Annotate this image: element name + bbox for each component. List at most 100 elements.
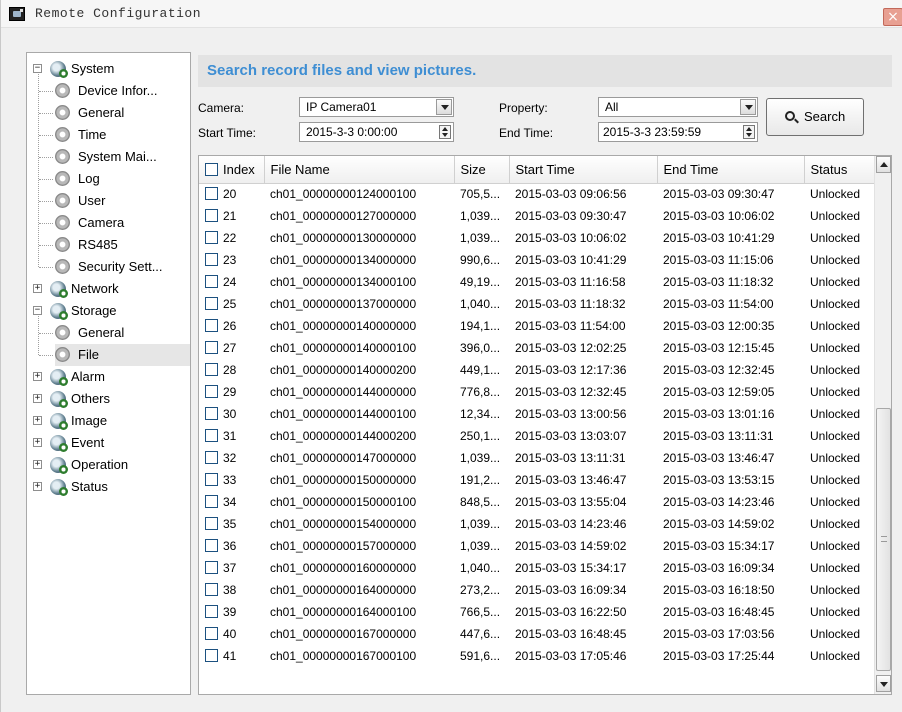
spinner-icon[interactable]: [743, 125, 755, 139]
row-checkbox[interactable]: [205, 605, 218, 618]
row-checkbox[interactable]: [205, 451, 218, 464]
spinner-icon[interactable]: [439, 125, 451, 139]
row-checkbox[interactable]: [205, 429, 218, 442]
expand-icon[interactable]: +: [33, 284, 42, 293]
cell-index[interactable]: 37: [199, 557, 264, 579]
row-checkbox[interactable]: [205, 407, 218, 420]
table-row[interactable]: 25 ch01_00000000137000000 1,040... 2015-03-…: [199, 293, 875, 315]
row-checkbox[interactable]: [205, 187, 218, 201]
cell-index[interactable]: 29: [199, 381, 264, 403]
row-checkbox[interactable]: [205, 275, 218, 288]
search-button[interactable]: Search: [766, 98, 864, 136]
row-checkbox[interactable]: [205, 539, 218, 552]
tree-item-system-child[interactable]: Device Infor...: [39, 80, 187, 102]
vertical-scrollbar[interactable]: [874, 156, 891, 694]
expand-icon[interactable]: +: [33, 460, 42, 469]
row-checkbox[interactable]: [205, 649, 218, 662]
table-row[interactable]: 38 ch01_00000000164000000 273,2... 2015-03-…: [199, 579, 875, 601]
close-button[interactable]: ×: [883, 8, 902, 26]
cell-index[interactable]: 41: [199, 645, 264, 667]
tree-item-system-child[interactable]: RS485: [39, 234, 187, 256]
cell-index[interactable]: 34: [199, 491, 264, 513]
cell-index[interactable]: 31: [199, 425, 264, 447]
tree-item-system-child[interactable]: Time: [39, 124, 187, 146]
scroll-up-icon[interactable]: [876, 156, 891, 173]
table-row[interactable]: 29 ch01_00000000144000000 776,8... 2015-03-…: [199, 381, 875, 403]
table-row[interactable]: 22 ch01_00000000130000000 1,039... 2015-03-…: [199, 227, 875, 249]
row-checkbox[interactable]: [205, 561, 218, 574]
row-checkbox[interactable]: [205, 297, 218, 310]
row-checkbox[interactable]: [205, 363, 218, 376]
scroll-down-icon[interactable]: [876, 675, 891, 692]
table-row[interactable]: 26 ch01_00000000140000000 194,1... 2015-03-…: [199, 315, 875, 337]
table-row[interactable]: 23 ch01_00000000134000000 990,6... 2015-03-…: [199, 249, 875, 271]
cell-index[interactable]: 24: [199, 271, 264, 293]
tree-node-storage[interactable]: − Storage: [33, 300, 183, 322]
row-checkbox[interactable]: [205, 341, 218, 354]
table-row[interactable]: 31 ch01_00000000144000200 250,1... 2015-03-…: [199, 425, 875, 447]
cell-index[interactable]: 36: [199, 535, 264, 557]
table-row[interactable]: 27 ch01_00000000140000100 396,0... 2015-03-…: [199, 337, 875, 359]
tree-item-system-child[interactable]: General: [39, 102, 187, 124]
row-checkbox[interactable]: [205, 473, 218, 486]
row-checkbox[interactable]: [205, 583, 218, 596]
collapse-icon[interactable]: −: [33, 306, 42, 315]
column-header-file-name[interactable]: File Name: [264, 156, 455, 184]
cell-index[interactable]: 22: [199, 227, 264, 249]
expand-icon[interactable]: +: [33, 394, 42, 403]
tree-node-alarm[interactable]: + Alarm: [33, 366, 183, 388]
cell-index[interactable]: 23: [199, 249, 264, 271]
tree-node-status[interactable]: + Status: [33, 476, 183, 498]
tree-node-others[interactable]: + Others: [33, 388, 183, 410]
expand-icon[interactable]: +: [33, 482, 42, 491]
row-checkbox[interactable]: [205, 517, 218, 530]
tree-item-storage-child[interactable]: File: [39, 344, 190, 366]
tree-item-system-child[interactable]: Log: [39, 168, 187, 190]
scrollbar-thumb[interactable]: [876, 408, 891, 671]
expand-icon[interactable]: +: [33, 416, 42, 425]
table-row[interactable]: 24 ch01_00000000134000100 49,19... 2015-03-…: [199, 271, 875, 293]
tree-item-storage-child[interactable]: General: [39, 322, 187, 344]
expand-icon[interactable]: +: [33, 372, 42, 381]
row-checkbox[interactable]: [205, 253, 218, 266]
column-header-end-time[interactable]: End Time: [657, 156, 805, 184]
cell-index[interactable]: 28: [199, 359, 264, 381]
row-checkbox[interactable]: [205, 319, 218, 332]
chevron-down-icon[interactable]: [740, 99, 756, 115]
table-row[interactable]: 34 ch01_00000000150000100 848,5... 2015-03-…: [199, 491, 875, 513]
table-row[interactable]: 20 ch01_00000000124000100 705,5... 2015-03-…: [199, 183, 875, 205]
row-checkbox[interactable]: [205, 385, 218, 398]
tree-item-system-child[interactable]: Camera: [39, 212, 187, 234]
table-row[interactable]: 33 ch01_00000000150000000 191,2... 2015-03-…: [199, 469, 875, 491]
table-row[interactable]: 39 ch01_00000000164000100 766,5... 2015-03-…: [199, 601, 875, 623]
tree-node-image[interactable]: + Image: [33, 410, 183, 432]
row-checkbox[interactable]: [205, 495, 218, 508]
cell-index[interactable]: 27: [199, 337, 264, 359]
column-header-status[interactable]: Status: [804, 156, 876, 184]
row-checkbox[interactable]: [205, 209, 218, 222]
select-all-checkbox[interactable]: [205, 162, 218, 176]
end-time-field[interactable]: 2015-3-3 23:59:59: [598, 122, 758, 142]
start-time-field[interactable]: 2015-3-3 0:00:00: [299, 122, 454, 142]
cell-index[interactable]: 30: [199, 403, 264, 425]
row-checkbox[interactable]: [205, 627, 218, 640]
camera-select[interactable]: IP Camera01: [299, 97, 454, 117]
table-row[interactable]: 28 ch01_00000000140000200 449,1... 2015-03-…: [199, 359, 875, 381]
row-checkbox[interactable]: [205, 231, 218, 244]
column-header-size[interactable]: Size: [454, 156, 510, 184]
cell-index[interactable]: 20: [199, 183, 264, 205]
chevron-down-icon[interactable]: [436, 99, 452, 115]
cell-index[interactable]: 21: [199, 205, 264, 227]
tree-node-system[interactable]: − System: [33, 58, 183, 80]
cell-index[interactable]: 33: [199, 469, 264, 491]
tree-node-operation[interactable]: + Operation: [33, 454, 183, 476]
tree-item-system-child[interactable]: User: [39, 190, 187, 212]
table-row[interactable]: 40 ch01_00000000167000000 447,6... 2015-03-…: [199, 623, 875, 645]
column-header-start-time[interactable]: Start Time: [509, 156, 658, 184]
table-row[interactable]: 41 ch01_00000000167000100 591,6... 2015-03-…: [199, 645, 875, 667]
cell-index[interactable]: 39: [199, 601, 264, 623]
collapse-icon[interactable]: −: [33, 64, 42, 73]
tree-item-system-child[interactable]: System Mai...: [39, 146, 187, 168]
table-row[interactable]: 32 ch01_00000000147000000 1,039... 2015-03-…: [199, 447, 875, 469]
table-row[interactable]: 21 ch01_00000000127000000 1,039... 2015-03-…: [199, 205, 875, 227]
